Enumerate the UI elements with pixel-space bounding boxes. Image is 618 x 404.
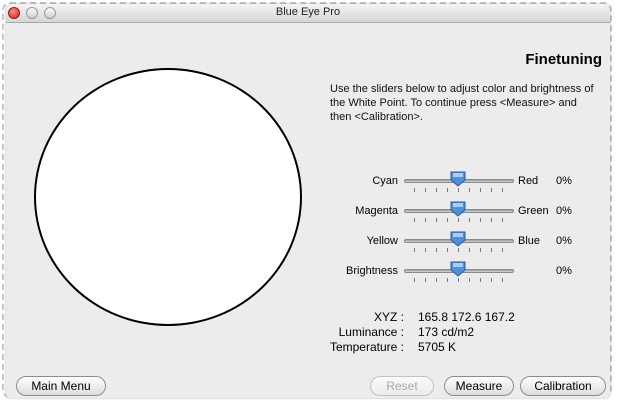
brightness-slider-knob[interactable] [449, 260, 467, 278]
slider-tick [414, 248, 415, 252]
slider-value: 0% [556, 235, 572, 247]
slider-tick [469, 248, 470, 252]
slider-tick [414, 188, 415, 192]
xyz-label: XYZ : [373, 310, 404, 324]
slider-tick [491, 278, 492, 282]
slider-tick [425, 218, 426, 222]
slider-right-label: Red [518, 175, 539, 187]
slider-tick [469, 278, 470, 282]
slider-value: 0% [556, 175, 572, 187]
title-bar[interactable]: Blue Eye Pro [6, 4, 610, 23]
reset-button[interactable]: Reset [370, 376, 434, 396]
slider-tick [480, 218, 481, 222]
slider-tick [447, 188, 448, 192]
slider-tick [458, 278, 459, 282]
slider-tick [447, 218, 448, 222]
slider-value: 0% [556, 265, 572, 277]
slider-tick [502, 248, 503, 252]
yellow-blue-slider-knob[interactable] [449, 230, 467, 248]
temperature-label: Temperature : [329, 340, 404, 354]
luminance-value: 173 cd/m2 [418, 325, 475, 339]
slider-left-label: Yellow [366, 235, 398, 247]
slider-tick [436, 278, 437, 282]
slider-right-label: Blue [518, 235, 541, 247]
page-title: Finetuning [525, 51, 602, 68]
measure-button[interactable]: Measure [444, 376, 514, 396]
slider-value: 0% [556, 205, 572, 217]
slider-tick [414, 218, 415, 222]
slider-tick [458, 248, 459, 252]
slider-tick [480, 278, 481, 282]
slider-left-label: Cyan [372, 175, 398, 187]
slider-tick [458, 218, 459, 222]
slider-ticks [414, 248, 504, 253]
temperature-value: 5705 K [418, 340, 457, 354]
slider-tick [480, 248, 481, 252]
slider-tick [491, 218, 492, 222]
slider-tick [436, 218, 437, 222]
instructions-text: Use the sliders below to adjust color an… [330, 83, 594, 123]
slider-tick [425, 248, 426, 252]
slider-tick [480, 188, 481, 192]
slider-tick [491, 188, 492, 192]
app-window: Blue Eye Pro Finetuning Use the sliders … [6, 4, 610, 398]
slider-tick [447, 278, 448, 282]
slider-tick [425, 188, 426, 192]
cyan-red-slider-knob[interactable] [449, 170, 467, 188]
slider-ticks [414, 188, 504, 193]
slider-left-label: Magenta [355, 205, 398, 217]
slider-tick [447, 248, 448, 252]
slider-tick [414, 278, 415, 282]
slider-right-label: Green [518, 205, 549, 217]
slider-tick [425, 278, 426, 282]
luminance-label: Luminance : [338, 325, 404, 339]
magenta-green-slider-knob[interactable] [449, 200, 467, 218]
slider-ticks [414, 278, 504, 283]
slider-tick [436, 248, 437, 252]
white-point-preview [34, 68, 302, 326]
window-title: Blue Eye Pro [275, 6, 341, 18]
slider-tick [458, 188, 459, 192]
slider-tick [502, 218, 503, 222]
slider-tick [436, 188, 437, 192]
slider-tick [502, 278, 503, 282]
slider-ticks [414, 218, 504, 223]
slider-tick [469, 188, 470, 192]
slider-left-label: Brightness [346, 265, 398, 277]
xyz-value: 165.8 172.6 167.2 [418, 310, 515, 324]
slider-tick [469, 218, 470, 222]
slider-tick [491, 248, 492, 252]
calibration-button[interactable]: Calibration [520, 376, 606, 396]
main-menu-button[interactable]: Main Menu [16, 376, 106, 396]
slider-tick [502, 188, 503, 192]
